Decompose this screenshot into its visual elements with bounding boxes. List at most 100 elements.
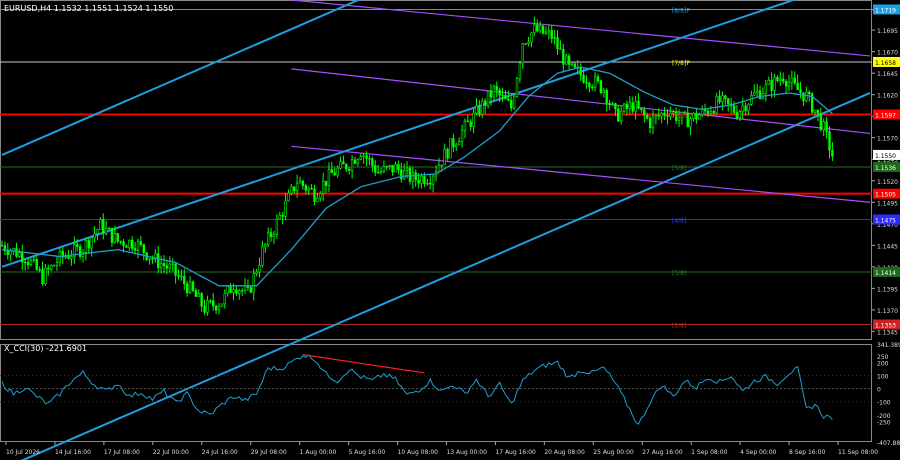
candle-body <box>504 94 507 100</box>
candle-body <box>643 109 646 116</box>
candle-body <box>264 243 267 248</box>
price-level-tag-label: 1.1550 <box>875 153 896 160</box>
candle-body <box>495 86 498 91</box>
candle-body <box>321 180 325 194</box>
candle-body <box>813 109 817 113</box>
candle-body <box>238 290 241 294</box>
candle-body <box>223 292 226 305</box>
candle-body <box>290 186 293 194</box>
candle-body <box>339 161 342 169</box>
candle-body <box>84 240 88 253</box>
candle-body <box>157 253 160 268</box>
cci-tick-label: 0 <box>877 387 881 394</box>
candle-body <box>524 43 527 45</box>
candle-body <box>695 112 698 120</box>
candle-body <box>767 79 770 85</box>
murrey-label: [2/8] <box>672 323 686 330</box>
candle-body <box>744 105 747 112</box>
candle-body <box>816 109 820 114</box>
candle-body <box>32 259 36 262</box>
candle-body <box>99 219 102 231</box>
candle-body <box>287 192 290 202</box>
candle-body <box>232 289 235 293</box>
candle-body <box>382 166 386 172</box>
candle-body <box>310 187 313 190</box>
candle-body <box>431 175 435 185</box>
candle-body <box>770 79 773 91</box>
candle-body <box>799 89 802 94</box>
candle-body <box>591 86 594 89</box>
time-tick-label: 10 Aug 08:00 <box>398 449 439 456</box>
candle-body <box>753 92 756 96</box>
candle-body <box>515 78 519 97</box>
time-tick-label: 11 Sep 08:00 <box>838 449 878 456</box>
price-tick-label: 1.1645 <box>877 71 898 78</box>
candle-body <box>330 169 334 174</box>
candle-body <box>275 218 279 235</box>
candle-body <box>119 240 122 243</box>
price-level-tag-label: 1.1475 <box>875 217 896 224</box>
candle-body <box>544 31 548 34</box>
candle-body <box>102 219 105 234</box>
murrey-label: [7/8]P <box>672 60 690 67</box>
candle-body <box>831 149 834 157</box>
candle-body <box>738 111 742 119</box>
candle-body <box>90 237 93 249</box>
candle-body <box>194 290 198 297</box>
candle-body <box>301 180 305 186</box>
candle-body <box>452 138 455 148</box>
candle-body <box>784 81 788 87</box>
candle-body <box>819 113 823 131</box>
candle-body <box>258 264 261 273</box>
candle-body <box>663 112 666 116</box>
candle-body <box>402 170 406 180</box>
cci-tick-label: 200 <box>877 360 889 367</box>
candle-body <box>790 77 794 83</box>
candle-body <box>510 99 513 109</box>
candle-body <box>319 193 322 199</box>
candle-body <box>712 111 715 114</box>
murrey-label: [6/8] <box>672 112 686 119</box>
candle-body <box>400 169 403 180</box>
candle-body <box>284 200 287 217</box>
candle-body <box>564 55 568 65</box>
candle-body <box>15 248 18 257</box>
candle-body <box>437 164 441 173</box>
price-tick-label: 1.1520 <box>877 179 898 186</box>
candle-body <box>350 159 354 171</box>
candle-body <box>781 78 785 82</box>
candle-body <box>611 103 614 105</box>
candle-body <box>188 281 192 294</box>
time-tick-label: 5 Aug 16:00 <box>349 449 386 456</box>
candle-body <box>278 214 281 220</box>
candle-body <box>168 263 172 269</box>
candle-body <box>142 244 145 253</box>
candle-body <box>553 37 556 39</box>
candle-body <box>200 293 203 307</box>
candle-body <box>443 148 446 166</box>
candle-body <box>185 283 189 294</box>
candle-body <box>559 48 562 50</box>
candle-body <box>110 227 114 243</box>
candle-body <box>724 95 727 99</box>
time-tick-label: 1 Sep 08:00 <box>691 449 727 456</box>
candle-body <box>49 265 53 270</box>
candle-body <box>764 83 768 94</box>
candle-body <box>171 263 174 265</box>
candle-body <box>411 172 415 182</box>
candle-body <box>420 176 423 184</box>
time-tick-label: 24 Jul 16:00 <box>202 449 238 456</box>
candle-body <box>457 141 461 146</box>
candle-body <box>6 250 9 255</box>
price-chart-svg[interactable]: 341.38992502001000-100-200-250-407.888 1… <box>0 0 900 460</box>
candle-body <box>417 179 420 184</box>
candle-body <box>585 82 588 84</box>
candle-body <box>617 108 620 122</box>
candle-body <box>252 273 255 293</box>
candle-body <box>394 164 397 173</box>
candle-body <box>622 103 626 112</box>
candle-body <box>327 169 331 186</box>
candle-body <box>556 37 559 49</box>
candle-body <box>35 259 38 270</box>
candle-body <box>530 32 533 43</box>
